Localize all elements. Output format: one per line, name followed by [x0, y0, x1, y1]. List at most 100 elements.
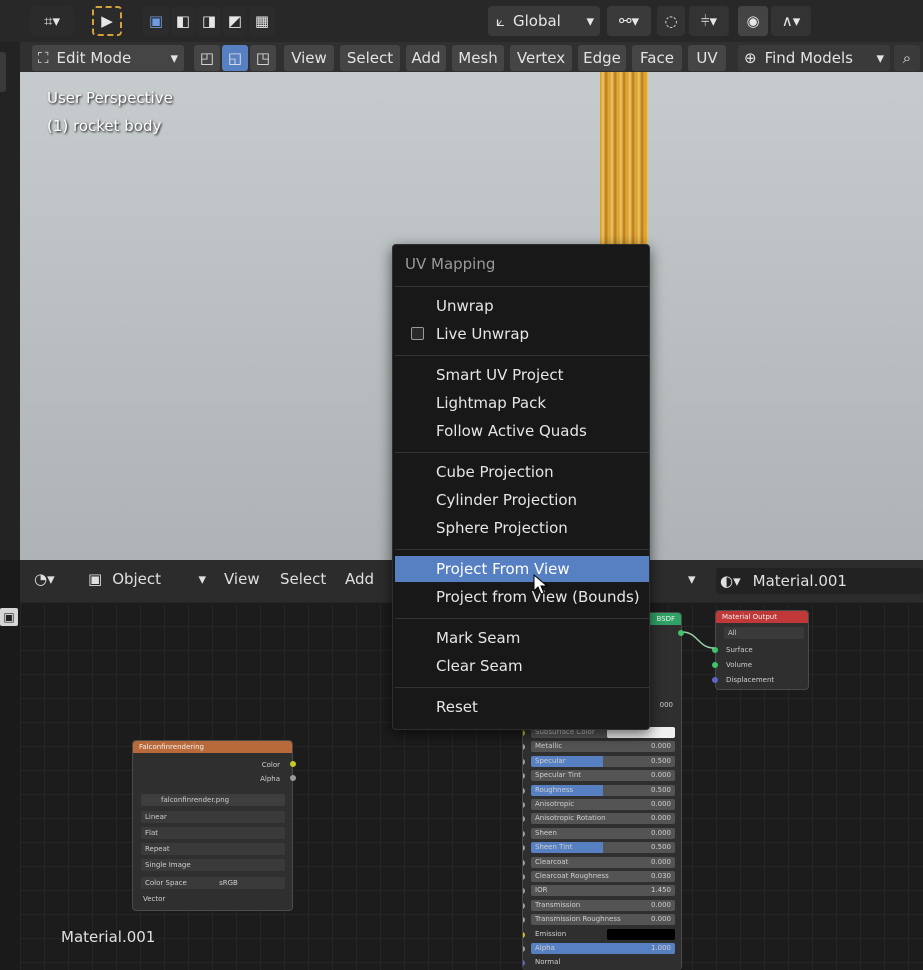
bsdf-field-ior[interactable]: IOR 1.450: [531, 885, 675, 897]
bsdf-field-specular[interactable]: Specular 0.500: [531, 755, 675, 767]
menu-item-follow-active-quads[interactable]: Follow Active Quads: [395, 418, 649, 444]
menu-item-cube-projection[interactable]: Cube Projection: [395, 459, 649, 485]
bsdf-input-socket[interactable]: [523, 960, 525, 967]
bsdf-field-specular-tint[interactable]: Specular Tint 0.000: [531, 770, 675, 782]
menu-uv[interactable]: UV: [688, 45, 726, 71]
bsdf-field-transmission[interactable]: Transmission 0.000: [531, 899, 675, 911]
menu-face[interactable]: Face: [632, 45, 682, 71]
output-target-dropdown[interactable]: All: [724, 627, 804, 639]
bsdf-input-socket[interactable]: [523, 816, 525, 823]
bsdf-field-sheen-tint[interactable]: Sheen Tint 0.500: [531, 842, 675, 854]
displacement-socket[interactable]: [712, 677, 718, 683]
image-icon[interactable]: ▣: [0, 608, 18, 626]
select-extend-icon[interactable]: ◧: [171, 6, 195, 36]
menu-item-mark-seam[interactable]: Mark Seam: [395, 625, 649, 651]
menu-edge[interactable]: Edge: [578, 45, 626, 71]
toolbar-handle[interactable]: [0, 52, 6, 92]
menu-vertex[interactable]: Vertex: [510, 45, 572, 71]
node-menu-add[interactable]: Add: [345, 570, 374, 588]
menu-item-project-from-view-bounds[interactable]: Project from View (Bounds): [395, 584, 649, 610]
projection-dropdown[interactable]: Flat: [141, 827, 285, 839]
menu-item-lightmap-pack[interactable]: Lightmap Pack: [395, 390, 649, 416]
bsdf-output-socket[interactable]: [678, 630, 684, 636]
bsdf-input-socket[interactable]: [523, 859, 525, 866]
material-output-node[interactable]: Material Output All Surface Volume Displ…: [715, 610, 809, 690]
snap-target-icon[interactable]: ◌: [657, 6, 685, 36]
image-file-field[interactable]: falconfinrender.png: [141, 794, 285, 806]
bsdf-input-socket[interactable]: [523, 773, 525, 780]
edge-select-icon[interactable]: ◱: [222, 45, 248, 71]
interpolation-dropdown[interactable]: Linear: [141, 811, 285, 823]
proportional-icon[interactable]: ◉: [738, 6, 768, 36]
menu-mesh[interactable]: Mesh: [452, 45, 504, 71]
bsdf-field-clearcoat-roughness[interactable]: Clearcoat Roughness 0.030: [531, 871, 675, 882]
bsdf-field-transmission-roughness[interactable]: Transmission Roughness 0.000: [531, 914, 675, 926]
chevron-down-icon[interactable]: ▾: [688, 570, 696, 588]
live-unwrap-checkbox[interactable]: [411, 327, 424, 340]
bsdf-field-clearcoat[interactable]: Clearcoat 0.000: [531, 856, 675, 868]
bsdf-field-anisotropic-rotation[interactable]: Anisotropic Rotation 0.000: [531, 813, 675, 825]
bsdf-input-socket[interactable]: [523, 931, 525, 938]
bsdf-input-socket[interactable]: [523, 946, 525, 952]
mode-dropdown[interactable]: ⛶ Edit Mode ▾: [32, 45, 184, 71]
bsdf-field-label: Transmission: [535, 900, 581, 909]
bsdf-input-socket[interactable]: [523, 845, 525, 852]
source-dropdown[interactable]: Single Image: [141, 859, 285, 871]
bsdf-input-socket[interactable]: [523, 830, 525, 837]
menu-item-clear-seam[interactable]: Clear Seam: [395, 653, 649, 679]
volume-socket[interactable]: [712, 662, 718, 668]
bsdf-input-socket[interactable]: [523, 730, 525, 736]
snap-element-icon[interactable]: ⫩▾: [689, 6, 729, 36]
bsdf-field-anisotropic[interactable]: Anisotropic 0.000: [531, 799, 675, 810]
editor-type-icon[interactable]: ⌗▾: [30, 6, 74, 36]
bsdf-field-label: Emission: [535, 929, 567, 938]
color-space-dropdown[interactable]: Color Space sRGB: [141, 877, 285, 889]
image-texture-node[interactable]: Falconfinrendering Color Alpha falconfin…: [132, 740, 293, 911]
bsdf-field-roughness[interactable]: Roughness 0.500: [531, 784, 675, 796]
menu-item-reset[interactable]: Reset: [395, 694, 649, 720]
alpha-output-socket[interactable]: [290, 775, 296, 781]
select-subtract-icon[interactable]: ◨: [197, 6, 221, 36]
object-dropdown[interactable]: ▣ Object ▾: [88, 570, 206, 588]
search-icon[interactable]: ⌕: [894, 45, 920, 71]
color-swatch[interactable]: [607, 928, 675, 940]
color-output-socket[interactable]: [290, 761, 296, 767]
bsdf-input-socket[interactable]: [523, 787, 525, 794]
face-select-icon[interactable]: ◳: [250, 45, 276, 71]
bsdf-field-metallic[interactable]: Metallic 0.000: [531, 741, 675, 753]
menu-select[interactable]: Select: [340, 45, 400, 71]
bsdf-field-normal[interactable]: Normal: [531, 957, 675, 968]
select-invert-icon[interactable]: ◩: [223, 6, 247, 36]
select-tool-icon[interactable]: ▶: [92, 6, 122, 36]
bsdf-field-emission[interactable]: Emission: [531, 928, 675, 940]
falloff-icon[interactable]: ∧▾: [771, 6, 811, 36]
material-selector[interactable]: ◐▾ Material.001: [716, 568, 923, 594]
select-box-icon[interactable]: ▣: [143, 6, 169, 36]
vertex-select-icon[interactable]: ◰: [194, 45, 220, 71]
bsdf-input-socket[interactable]: [523, 888, 525, 895]
bsdf-input-socket[interactable]: [523, 758, 525, 765]
bsdf-input-socket[interactable]: [523, 902, 525, 909]
bsdf-input-socket[interactable]: [523, 802, 525, 808]
menu-item-project-from-view[interactable]: Project From View: [395, 556, 649, 582]
bsdf-input-socket[interactable]: [523, 874, 525, 880]
bsdf-input-socket[interactable]: [523, 917, 525, 924]
bsdf-field-alpha[interactable]: Alpha 1.000: [531, 943, 675, 954]
extension-dropdown[interactable]: Repeat: [141, 843, 285, 855]
bsdf-input-socket[interactable]: [523, 744, 525, 751]
menu-add[interactable]: Add: [406, 45, 446, 71]
select-intersect-icon[interactable]: ▦: [249, 6, 275, 36]
shading-icon[interactable]: ◔▾: [34, 570, 55, 588]
menu-item-unwrap[interactable]: Unwrap: [395, 293, 649, 319]
transform-orientation-dropdown[interactable]: ⟀ Global ▾: [488, 6, 600, 36]
node-menu-select[interactable]: Select: [280, 570, 326, 588]
menu-item-sphere-projection[interactable]: Sphere Projection: [395, 515, 649, 541]
menu-item-cylinder-projection[interactable]: Cylinder Projection: [395, 487, 649, 513]
node-menu-view[interactable]: View: [224, 570, 260, 588]
menu-item-smart-uv-project[interactable]: Smart UV Project: [395, 362, 649, 388]
find-models-dropdown[interactable]: ⊕ Find Models ▾: [738, 45, 890, 71]
bsdf-field-sheen[interactable]: Sheen 0.000: [531, 827, 675, 839]
menu-item-live-unwrap[interactable]: Live Unwrap: [395, 321, 649, 347]
snap-icon[interactable]: ⚯▾: [607, 6, 651, 36]
menu-view[interactable]: View: [284, 45, 334, 71]
